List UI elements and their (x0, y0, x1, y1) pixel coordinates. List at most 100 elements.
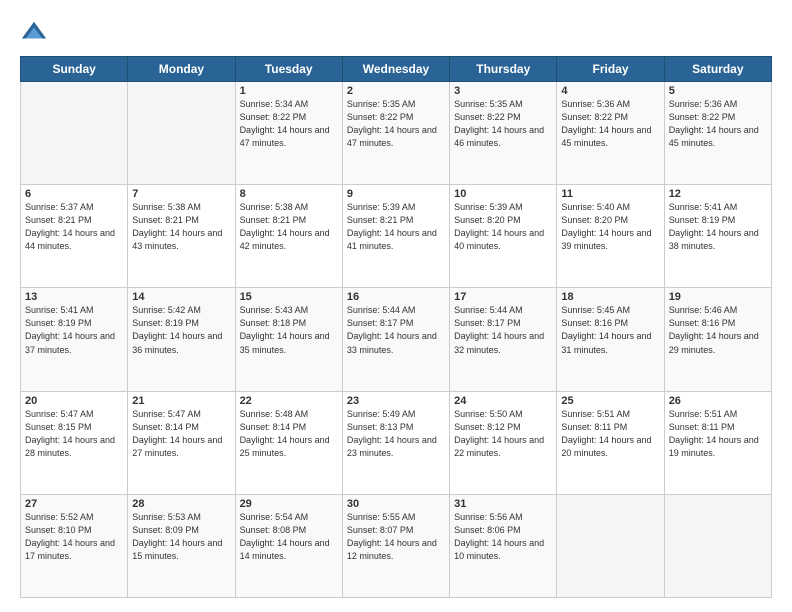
day-info: Sunrise: 5:41 AMSunset: 8:19 PMDaylight:… (25, 304, 123, 356)
day-number: 23 (347, 395, 445, 407)
day-info: Sunrise: 5:45 AMSunset: 8:16 PMDaylight:… (561, 304, 659, 356)
week-row-3: 13Sunrise: 5:41 AMSunset: 8:19 PMDayligh… (21, 288, 772, 391)
day-number: 28 (132, 498, 230, 510)
day-number: 18 (561, 291, 659, 303)
week-row-1: 1Sunrise: 5:34 AMSunset: 8:22 PMDaylight… (21, 82, 772, 185)
weekday-header-thursday: Thursday (450, 57, 557, 82)
logo (20, 18, 52, 46)
day-info: Sunrise: 5:43 AMSunset: 8:18 PMDaylight:… (240, 304, 338, 356)
day-number: 8 (240, 188, 338, 200)
day-info: Sunrise: 5:53 AMSunset: 8:09 PMDaylight:… (132, 511, 230, 563)
day-number: 17 (454, 291, 552, 303)
day-cell: 29Sunrise: 5:54 AMSunset: 8:08 PMDayligh… (235, 494, 342, 597)
logo-icon (20, 18, 48, 46)
day-info: Sunrise: 5:39 AMSunset: 8:20 PMDaylight:… (454, 201, 552, 253)
day-cell: 8Sunrise: 5:38 AMSunset: 8:21 PMDaylight… (235, 185, 342, 288)
day-info: Sunrise: 5:42 AMSunset: 8:19 PMDaylight:… (132, 304, 230, 356)
day-info: Sunrise: 5:40 AMSunset: 8:20 PMDaylight:… (561, 201, 659, 253)
day-cell: 4Sunrise: 5:36 AMSunset: 8:22 PMDaylight… (557, 82, 664, 185)
day-cell: 18Sunrise: 5:45 AMSunset: 8:16 PMDayligh… (557, 288, 664, 391)
day-number: 22 (240, 395, 338, 407)
day-cell (664, 494, 771, 597)
day-info: Sunrise: 5:35 AMSunset: 8:22 PMDaylight:… (454, 98, 552, 150)
page: SundayMondayTuesdayWednesdayThursdayFrid… (0, 0, 792, 612)
day-cell (128, 82, 235, 185)
day-cell: 23Sunrise: 5:49 AMSunset: 8:13 PMDayligh… (342, 391, 449, 494)
day-cell: 14Sunrise: 5:42 AMSunset: 8:19 PMDayligh… (128, 288, 235, 391)
day-number: 6 (25, 188, 123, 200)
day-number: 5 (669, 85, 767, 97)
week-row-4: 20Sunrise: 5:47 AMSunset: 8:15 PMDayligh… (21, 391, 772, 494)
calendar-table: SundayMondayTuesdayWednesdayThursdayFrid… (20, 56, 772, 598)
day-number: 12 (669, 188, 767, 200)
weekday-header-monday: Monday (128, 57, 235, 82)
day-cell (21, 82, 128, 185)
day-cell: 19Sunrise: 5:46 AMSunset: 8:16 PMDayligh… (664, 288, 771, 391)
day-info: Sunrise: 5:55 AMSunset: 8:07 PMDaylight:… (347, 511, 445, 563)
weekday-header-sunday: Sunday (21, 57, 128, 82)
day-info: Sunrise: 5:36 AMSunset: 8:22 PMDaylight:… (669, 98, 767, 150)
day-cell: 6Sunrise: 5:37 AMSunset: 8:21 PMDaylight… (21, 185, 128, 288)
day-number: 13 (25, 291, 123, 303)
day-cell: 21Sunrise: 5:47 AMSunset: 8:14 PMDayligh… (128, 391, 235, 494)
weekday-header-saturday: Saturday (664, 57, 771, 82)
day-cell: 16Sunrise: 5:44 AMSunset: 8:17 PMDayligh… (342, 288, 449, 391)
day-cell: 11Sunrise: 5:40 AMSunset: 8:20 PMDayligh… (557, 185, 664, 288)
weekday-header-friday: Friday (557, 57, 664, 82)
day-info: Sunrise: 5:44 AMSunset: 8:17 PMDaylight:… (347, 304, 445, 356)
day-cell: 7Sunrise: 5:38 AMSunset: 8:21 PMDaylight… (128, 185, 235, 288)
day-number: 1 (240, 85, 338, 97)
day-info: Sunrise: 5:36 AMSunset: 8:22 PMDaylight:… (561, 98, 659, 150)
day-cell: 3Sunrise: 5:35 AMSunset: 8:22 PMDaylight… (450, 82, 557, 185)
day-number: 9 (347, 188, 445, 200)
weekday-header-wednesday: Wednesday (342, 57, 449, 82)
day-number: 10 (454, 188, 552, 200)
day-number: 20 (25, 395, 123, 407)
day-number: 27 (25, 498, 123, 510)
day-cell: 13Sunrise: 5:41 AMSunset: 8:19 PMDayligh… (21, 288, 128, 391)
day-info: Sunrise: 5:54 AMSunset: 8:08 PMDaylight:… (240, 511, 338, 563)
day-info: Sunrise: 5:48 AMSunset: 8:14 PMDaylight:… (240, 408, 338, 460)
day-cell: 5Sunrise: 5:36 AMSunset: 8:22 PMDaylight… (664, 82, 771, 185)
day-info: Sunrise: 5:34 AMSunset: 8:22 PMDaylight:… (240, 98, 338, 150)
day-info: Sunrise: 5:38 AMSunset: 8:21 PMDaylight:… (132, 201, 230, 253)
day-cell: 27Sunrise: 5:52 AMSunset: 8:10 PMDayligh… (21, 494, 128, 597)
day-cell: 22Sunrise: 5:48 AMSunset: 8:14 PMDayligh… (235, 391, 342, 494)
day-cell: 31Sunrise: 5:56 AMSunset: 8:06 PMDayligh… (450, 494, 557, 597)
day-cell: 10Sunrise: 5:39 AMSunset: 8:20 PMDayligh… (450, 185, 557, 288)
day-number: 24 (454, 395, 552, 407)
day-info: Sunrise: 5:46 AMSunset: 8:16 PMDaylight:… (669, 304, 767, 356)
day-cell: 12Sunrise: 5:41 AMSunset: 8:19 PMDayligh… (664, 185, 771, 288)
day-info: Sunrise: 5:49 AMSunset: 8:13 PMDaylight:… (347, 408, 445, 460)
day-cell (557, 494, 664, 597)
day-number: 31 (454, 498, 552, 510)
day-cell: 2Sunrise: 5:35 AMSunset: 8:22 PMDaylight… (342, 82, 449, 185)
day-info: Sunrise: 5:47 AMSunset: 8:15 PMDaylight:… (25, 408, 123, 460)
day-cell: 9Sunrise: 5:39 AMSunset: 8:21 PMDaylight… (342, 185, 449, 288)
weekday-header-tuesday: Tuesday (235, 57, 342, 82)
day-cell: 17Sunrise: 5:44 AMSunset: 8:17 PMDayligh… (450, 288, 557, 391)
day-number: 3 (454, 85, 552, 97)
day-info: Sunrise: 5:37 AMSunset: 8:21 PMDaylight:… (25, 201, 123, 253)
weekday-header-row: SundayMondayTuesdayWednesdayThursdayFrid… (21, 57, 772, 82)
day-number: 26 (669, 395, 767, 407)
day-cell: 30Sunrise: 5:55 AMSunset: 8:07 PMDayligh… (342, 494, 449, 597)
day-number: 16 (347, 291, 445, 303)
day-number: 15 (240, 291, 338, 303)
day-cell: 24Sunrise: 5:50 AMSunset: 8:12 PMDayligh… (450, 391, 557, 494)
day-info: Sunrise: 5:41 AMSunset: 8:19 PMDaylight:… (669, 201, 767, 253)
day-cell: 1Sunrise: 5:34 AMSunset: 8:22 PMDaylight… (235, 82, 342, 185)
day-info: Sunrise: 5:35 AMSunset: 8:22 PMDaylight:… (347, 98, 445, 150)
day-number: 19 (669, 291, 767, 303)
day-info: Sunrise: 5:52 AMSunset: 8:10 PMDaylight:… (25, 511, 123, 563)
week-row-5: 27Sunrise: 5:52 AMSunset: 8:10 PMDayligh… (21, 494, 772, 597)
header (20, 18, 772, 46)
day-cell: 26Sunrise: 5:51 AMSunset: 8:11 PMDayligh… (664, 391, 771, 494)
day-info: Sunrise: 5:51 AMSunset: 8:11 PMDaylight:… (561, 408, 659, 460)
day-cell: 20Sunrise: 5:47 AMSunset: 8:15 PMDayligh… (21, 391, 128, 494)
day-info: Sunrise: 5:39 AMSunset: 8:21 PMDaylight:… (347, 201, 445, 253)
day-number: 4 (561, 85, 659, 97)
day-number: 25 (561, 395, 659, 407)
day-info: Sunrise: 5:56 AMSunset: 8:06 PMDaylight:… (454, 511, 552, 563)
day-number: 30 (347, 498, 445, 510)
